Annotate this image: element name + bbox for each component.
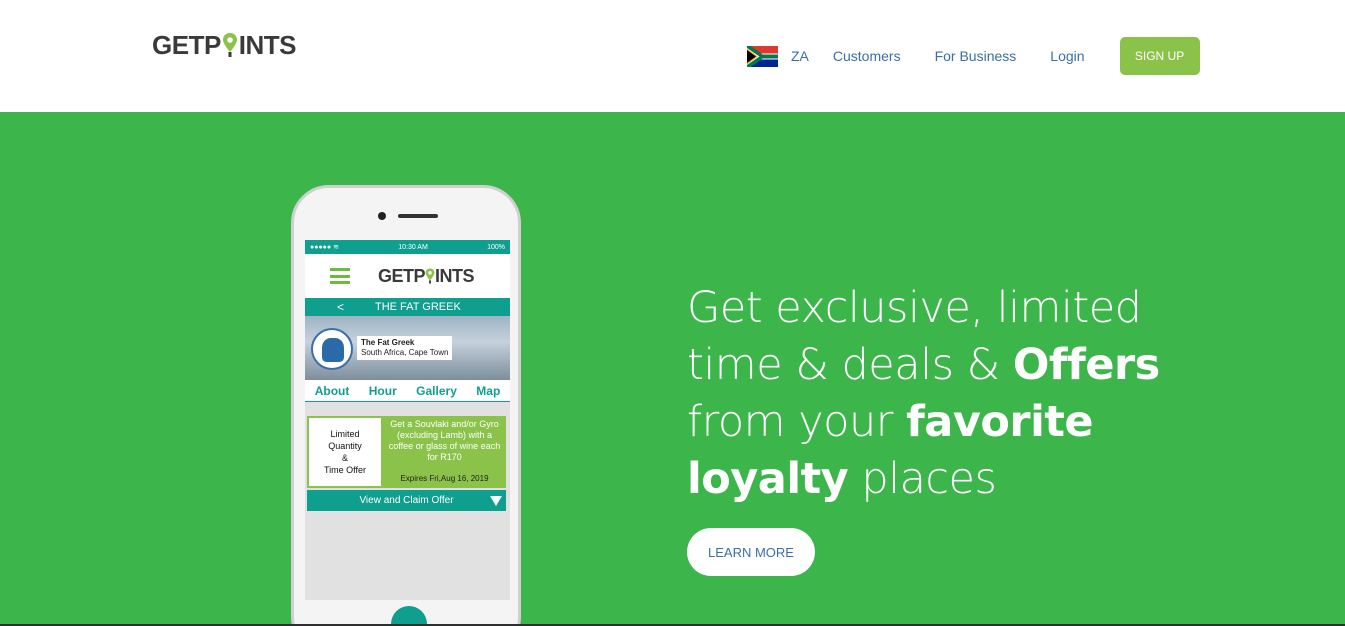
- top-nav: ZA Customers For Business Login SIGN UP: [747, 37, 1200, 75]
- app-header: GETP INTS: [305, 254, 510, 298]
- location-pin-icon: [222, 32, 238, 58]
- site-header: GETP INTS ZA Customers For Business Logi…: [0, 0, 1345, 112]
- nav-login-link[interactable]: Login: [1050, 48, 1084, 64]
- caret-down-icon: [490, 496, 502, 506]
- app-logo: GETP INTS: [378, 265, 475, 287]
- hero-section: ●●●●● ≋ 10:30 AM 100% GETP INTS < THE FA…: [0, 112, 1345, 626]
- venue-logo: [311, 328, 353, 370]
- phone-screen: ●●●●● ≋ 10:30 AM 100% GETP INTS < THE FA…: [305, 240, 510, 600]
- offer-badge-line: Time Offer: [323, 465, 366, 475]
- menu-icon: [330, 268, 350, 284]
- offer-details: Get a Souvlaki and/or Gyro (excluding La…: [383, 416, 506, 488]
- view-claim-offer-bar: View and Claim Offer: [307, 490, 506, 511]
- venue-title-bar: < THE FAT GREEK: [305, 298, 510, 316]
- south-africa-flag-icon[interactable]: [747, 45, 778, 67]
- phone-mockup: ●●●●● ≋ 10:30 AM 100% GETP INTS < THE FA…: [291, 185, 521, 626]
- location-pin-icon: [425, 267, 435, 285]
- phone-speaker: [398, 214, 438, 218]
- phone-status-bar: ●●●●● ≋ 10:30 AM 100%: [305, 240, 510, 254]
- claim-label: View and Claim Offer: [359, 495, 454, 506]
- app-logo-prefix: GETP: [378, 265, 426, 286]
- nav-for-business-link[interactable]: For Business: [935, 48, 1017, 64]
- offer-card: Limited Quantity & Time Offer Get a Souv…: [307, 416, 506, 488]
- logo-text-suffix: INTS: [238, 29, 297, 60]
- headline-offers: Offers: [1012, 340, 1160, 390]
- offer-text: Get a Souvlaki and/or Gyro (excluding La…: [388, 419, 501, 462]
- nav-customers-link[interactable]: Customers: [833, 48, 901, 64]
- status-time: 10:30 AM: [398, 243, 428, 251]
- headline-loyalty: loyalty: [687, 454, 849, 504]
- headline-favorite: favorite: [906, 397, 1094, 447]
- offer-expiry: Expires Fri,Aug 16, 2019: [400, 474, 489, 483]
- venue-image: The Fat Greek South Africa, Cape Town: [305, 316, 510, 380]
- language-selector[interactable]: ZA: [791, 48, 809, 64]
- headline-line2a: time & deals &: [687, 340, 1013, 390]
- phone-camera: [378, 212, 386, 220]
- venue-location: South Africa, Cape Town: [361, 348, 449, 357]
- headline-line1: Get exclusive, limited: [687, 283, 1142, 333]
- phone-home-button: [391, 606, 427, 626]
- hero-headline: Get exclusive, limited time & deals & Of…: [687, 280, 1247, 508]
- offer-badge-line: Limited: [330, 429, 360, 439]
- getpoints-logo[interactable]: GETP INTS: [152, 29, 297, 60]
- venue-info-card: The Fat Greek South Africa, Cape Town: [357, 336, 453, 360]
- tab-gallery: Gallery: [416, 383, 457, 398]
- tab-hour: Hour: [368, 383, 397, 398]
- headline-places: places: [848, 454, 997, 504]
- app-logo-suffix: INTS: [435, 265, 475, 286]
- tab-about: About: [314, 383, 350, 398]
- venue-title: THE FAT GREEK: [375, 301, 461, 313]
- logo-text-prefix: GETP: [152, 29, 221, 60]
- venue-name: The Fat Greek: [361, 338, 415, 347]
- learn-more-button[interactable]: LEARN MORE: [687, 528, 815, 576]
- back-chevron-icon: <: [337, 300, 345, 314]
- offer-badge-line: &: [341, 453, 348, 463]
- headline-line3a: from your: [687, 397, 907, 447]
- venue-tabs: About Hour Gallery Map: [305, 380, 510, 402]
- sign-up-button[interactable]: SIGN UP: [1119, 37, 1200, 75]
- status-battery: 100%: [487, 243, 505, 251]
- offer-badge: Limited Quantity & Time Offer: [309, 418, 381, 486]
- offer-badge-line: Quantity: [328, 441, 362, 451]
- tab-map: Map: [476, 383, 501, 398]
- signal-icon: ●●●●● ≋: [310, 244, 339, 251]
